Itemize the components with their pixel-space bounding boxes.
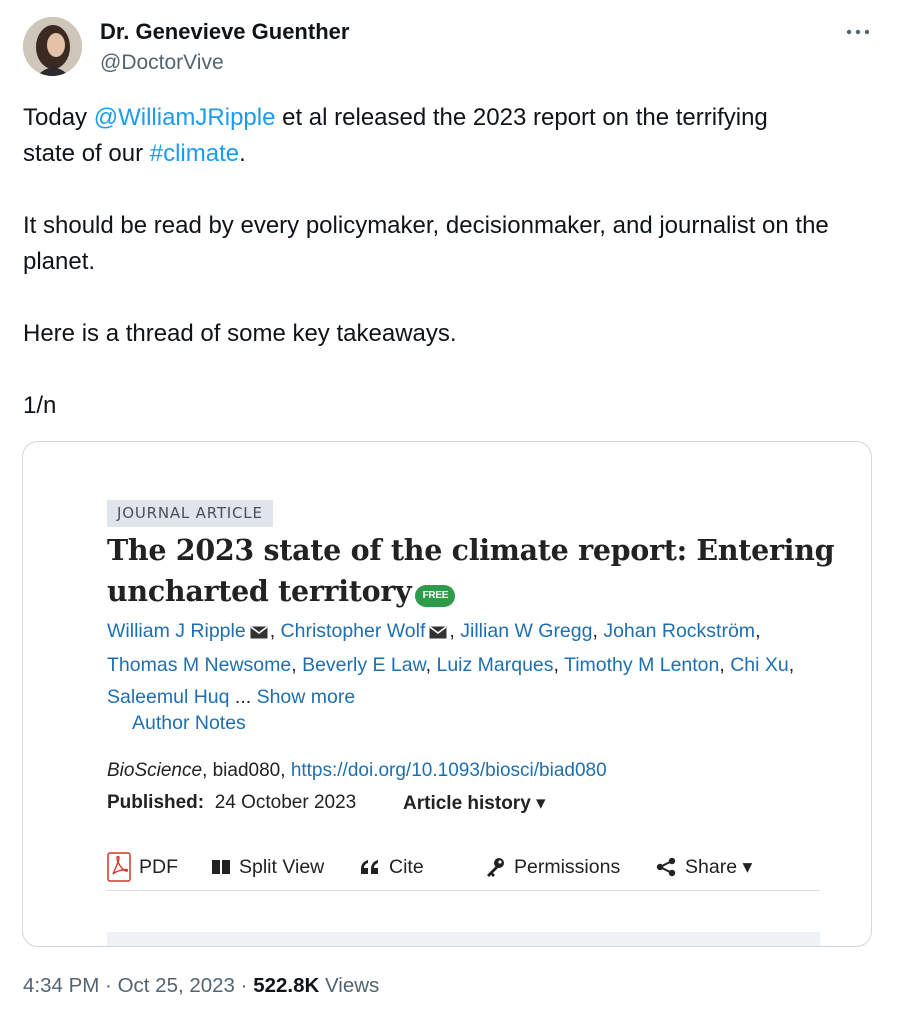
tweet-date[interactable]: Oct 25, 2023 xyxy=(118,974,235,997)
share-button[interactable]: Share ▾ xyxy=(655,851,752,883)
author-handle[interactable]: @DoctorVive xyxy=(100,51,224,75)
tweet-paragraph-4: 1/n xyxy=(23,392,57,419)
author-link[interactable]: Timothy M Lenton xyxy=(564,654,719,676)
author-link[interactable]: William J Ripple xyxy=(107,620,246,642)
share-icon xyxy=(656,857,676,877)
doi-link[interactable]: https://doi.org/10.1093/biosci/biad080 xyxy=(291,760,607,781)
author-list: William J Ripple, Christopher Wolf, Jill… xyxy=(107,615,847,713)
more-horizontal-icon xyxy=(846,29,870,35)
views-label: Views xyxy=(319,974,380,997)
article-toolbar: PDF Split View Cite Permissions Share ▾ xyxy=(107,851,820,891)
key-icon xyxy=(487,858,504,877)
tweet-paragraph-2: It should be read by every policymaker, … xyxy=(23,212,829,275)
author-link[interactable]: Johan Rockström xyxy=(603,620,755,642)
pdf-icon xyxy=(107,852,131,882)
journal-citation: BioScience, biad080, https://doi.org/10.… xyxy=(107,760,607,781)
published-label: Published: xyxy=(107,792,205,813)
tweet-text: Today @WilliamJRipple et al released the… xyxy=(23,100,883,424)
cite-button[interactable]: Cite xyxy=(359,851,424,883)
more-options-button[interactable] xyxy=(840,20,876,44)
envelope-icon xyxy=(429,617,447,649)
journal-article-badge: JOURNAL ARTICLE xyxy=(107,500,273,527)
author-link[interactable]: Chi Xu xyxy=(730,654,789,676)
author-notes-link[interactable]: Author Notes xyxy=(132,712,246,735)
tweet-meta: 4:34 PM · Oct 25, 2023 · 522.8K Views xyxy=(23,974,380,997)
tweet-time[interactable]: 4:34 PM xyxy=(23,974,99,997)
published-line: Published: 24 October 2023 Article histo… xyxy=(107,792,827,814)
hashtag-link[interactable]: #climate xyxy=(150,140,239,167)
author-link[interactable]: Saleemul Huq xyxy=(107,686,229,708)
split-view-icon xyxy=(212,860,230,874)
author-link[interactable]: Jillian W Gregg xyxy=(460,620,592,642)
article-card-image[interactable]: JOURNAL ARTICLE The 2023 state of the cl… xyxy=(22,441,872,947)
card-bottom-strip xyxy=(107,932,820,946)
avatar[interactable] xyxy=(23,17,82,76)
mention-link[interactable]: @WilliamJRipple xyxy=(94,104,276,131)
published-date: 24 October 2023 xyxy=(214,792,357,813)
permissions-button[interactable]: Permissions xyxy=(484,851,620,883)
free-badge: FREE xyxy=(415,585,456,607)
tweet-paragraph-1: Today @WilliamJRipple et al released the… xyxy=(23,104,768,167)
article-title: The 2023 state of the climate report: En… xyxy=(107,533,835,608)
author-link[interactable]: Luiz Marques xyxy=(436,654,553,676)
author-link[interactable]: Thomas M Newsome xyxy=(107,654,291,676)
article-history-dropdown[interactable]: Article history ▾ xyxy=(403,792,546,815)
author-link[interactable]: Christopher Wolf xyxy=(281,620,426,642)
author-link[interactable]: Beverly E Law xyxy=(302,654,426,676)
split-view-button[interactable]: Split View xyxy=(211,851,324,883)
views-count: 522.8K xyxy=(253,974,320,997)
pdf-button[interactable]: PDF xyxy=(107,851,178,883)
envelope-icon xyxy=(250,617,268,649)
journal-name: BioScience xyxy=(107,760,203,781)
tweet-paragraph-3: Here is a thread of some key takeaways. xyxy=(23,320,457,347)
author-name[interactable]: Dr. Genevieve Guenther xyxy=(100,19,349,45)
show-more-link[interactable]: Show more xyxy=(257,686,356,708)
quote-icon xyxy=(361,860,378,874)
